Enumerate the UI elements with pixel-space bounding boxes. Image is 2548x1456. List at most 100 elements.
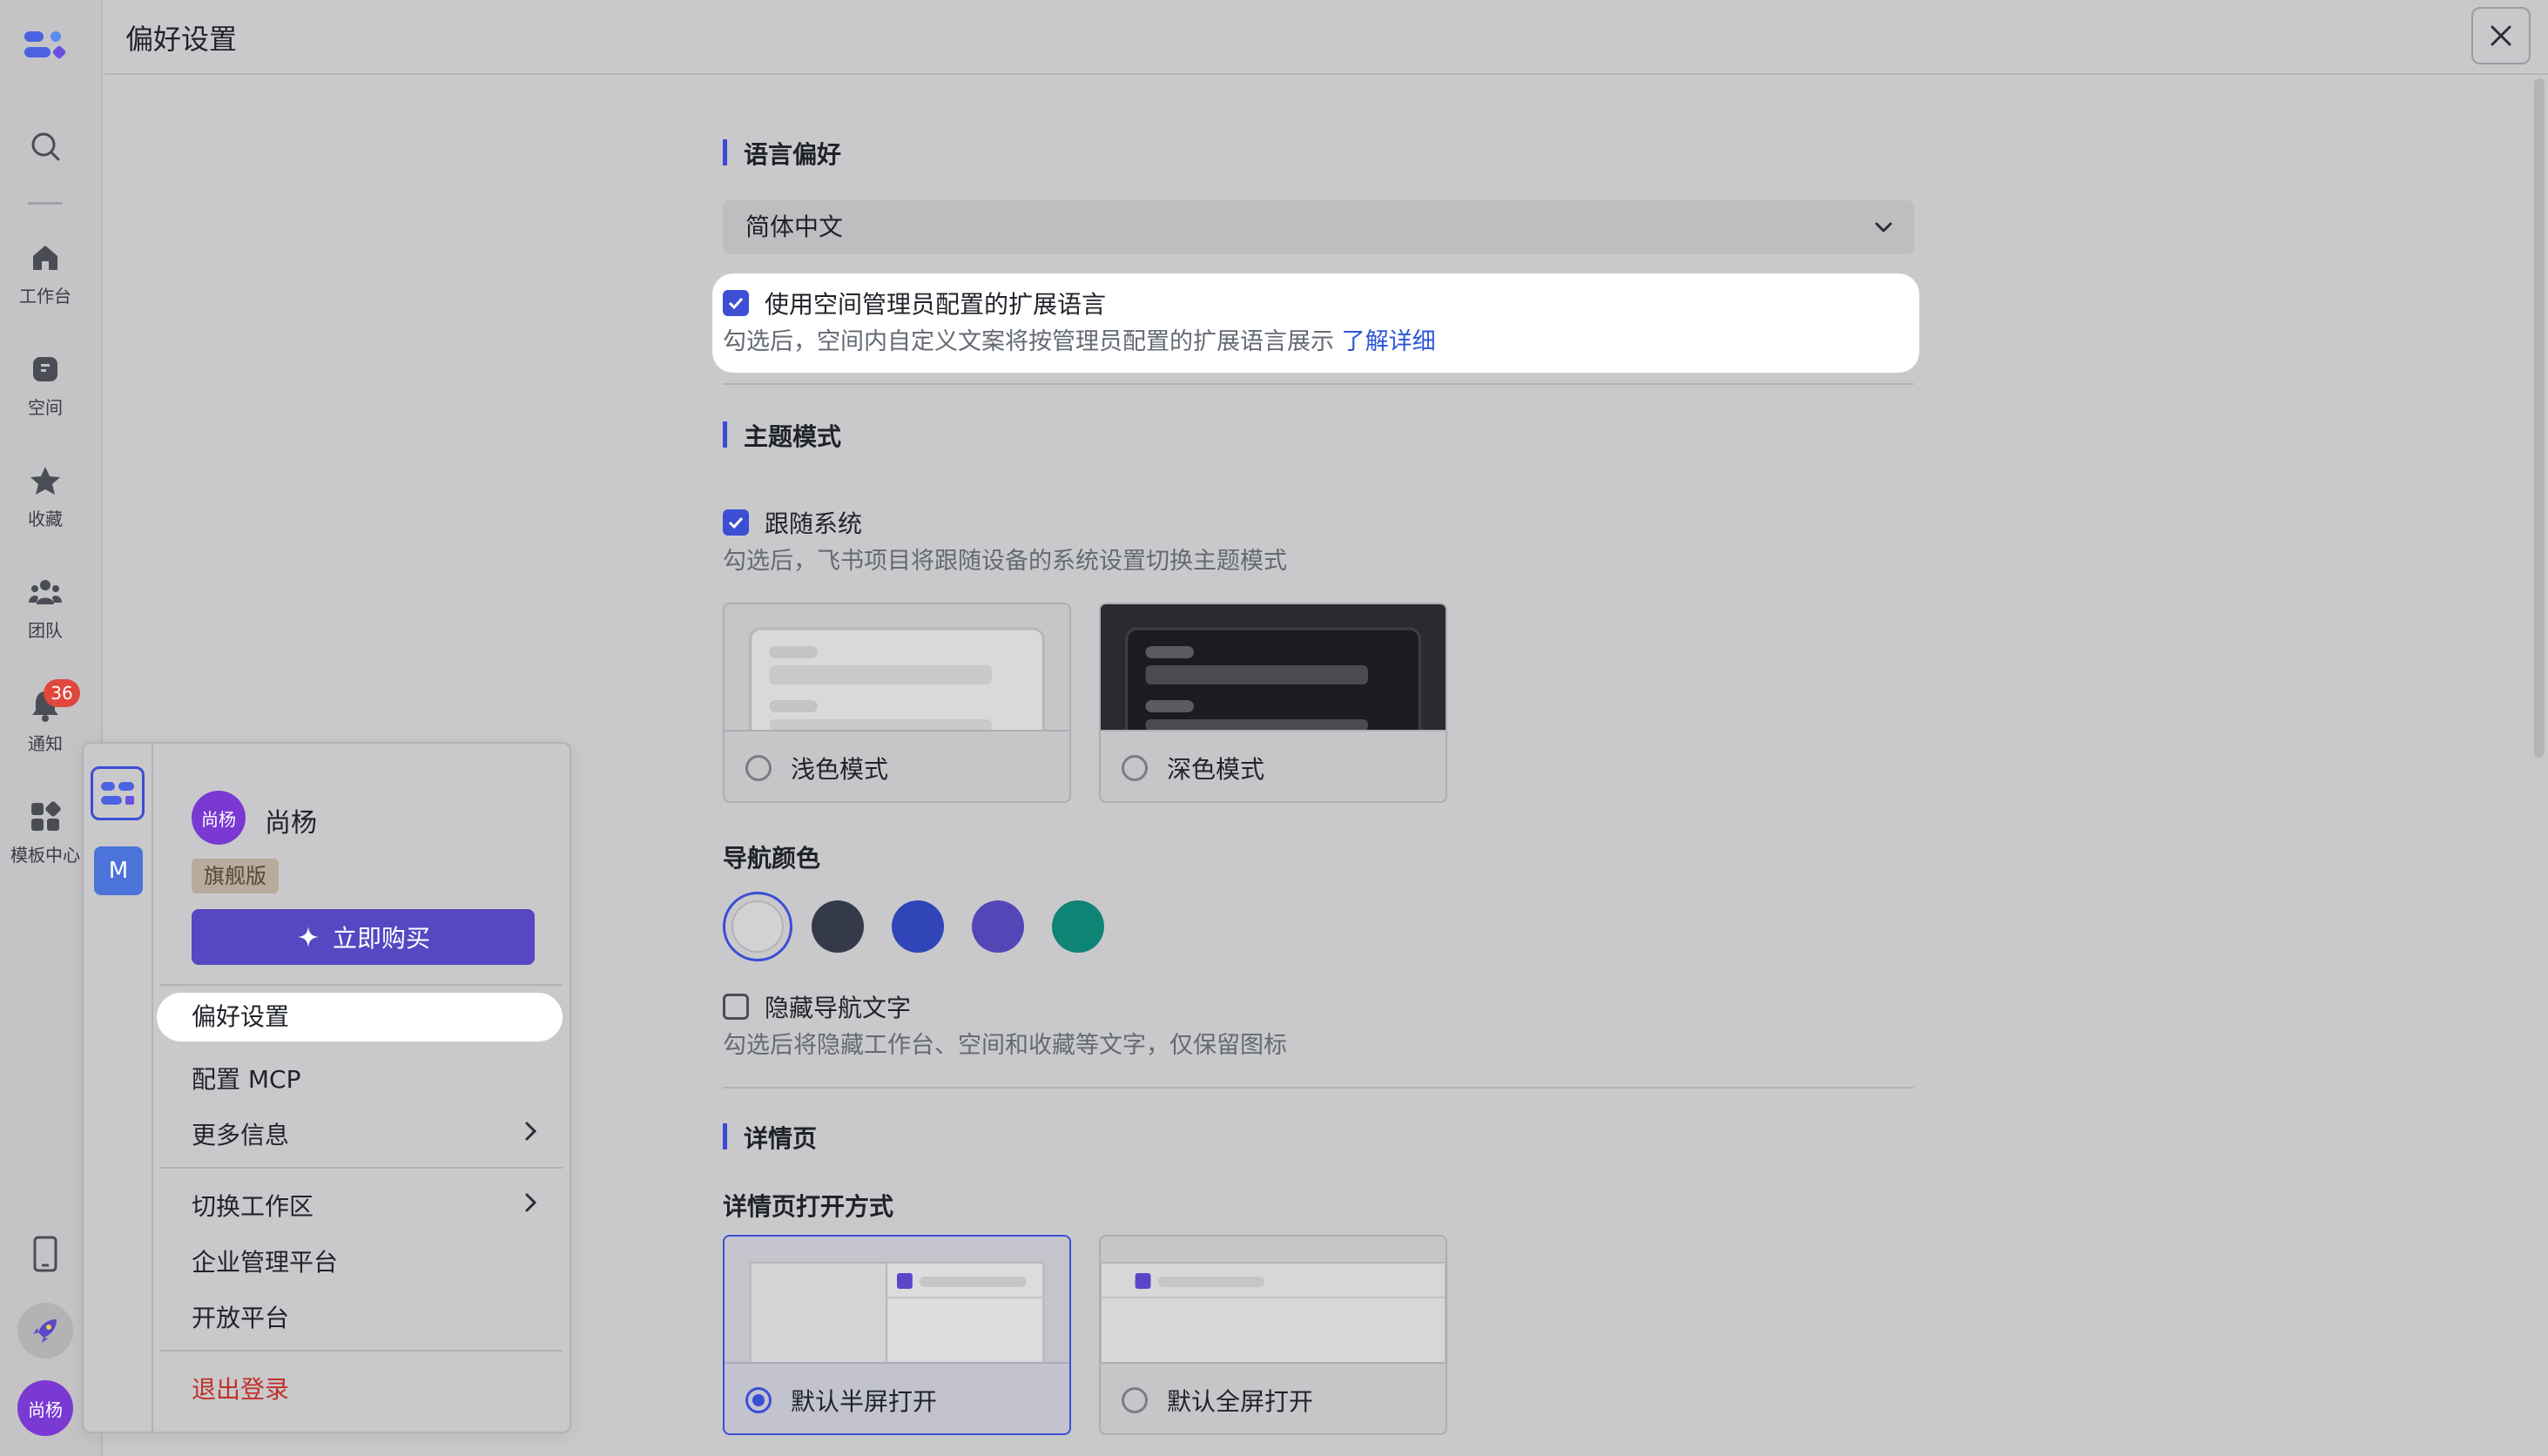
half-screen-option[interactable]: 默认半屏打开 (725, 1362, 1069, 1433)
light-mode-card[interactable]: 浅色模式 (723, 603, 1071, 803)
full-screen-preview (1101, 1237, 1446, 1362)
templates-grid-icon (31, 801, 61, 831)
follow-system-description: 勾选后，飞书项目将跟随设备的系统设置切换主题模式 (723, 548, 1287, 575)
extended-language-checkbox[interactable] (723, 290, 749, 316)
menu-item-configure-mcp[interactable]: 配置 MCP (192, 1061, 561, 1095)
check-icon (728, 297, 744, 310)
theme-section-title: 主题模式 (723, 418, 841, 453)
workspace-m[interactable]: M (94, 846, 143, 895)
menu-item-label: 更多信息 (192, 1121, 290, 1149)
buy-now-label: 立即购买 (332, 924, 430, 953)
hide-nav-text-checkbox-row[interactable]: 隐藏导航文字 (723, 989, 911, 1024)
section-divider (723, 1087, 1914, 1089)
full-screen-radio[interactable] (1122, 1387, 1148, 1413)
dark-mode-preview (1101, 604, 1446, 730)
extended-language-checkbox-row[interactable]: 使用空间管理员配置的扩展语言 (723, 286, 1106, 320)
user-menu-popover: M 尚杨 尚杨 旗舰版 立即购买 偏好设置 配置 MCP 更多信息 切换工作区 … (82, 742, 571, 1433)
nav-color-title: 导航颜色 (723, 844, 821, 873)
quick-start-button[interactable] (17, 1303, 73, 1358)
user-avatar[interactable]: 尚杨 (17, 1380, 73, 1436)
extended-language-description: 勾选后，空间内自定义文案将按管理员配置的扩展语言展示 了解详细 (723, 322, 1436, 356)
space-icon (33, 357, 57, 381)
hide-nav-text-label: 隐藏导航文字 (765, 994, 912, 1022)
mobile-app-button[interactable] (17, 1226, 73, 1282)
star-icon (30, 467, 60, 495)
light-mode-option[interactable]: 浅色模式 (725, 730, 1069, 801)
sidebar-item-space[interactable]: 空间 (0, 352, 91, 419)
full-screen-label: 默认全屏打开 (1167, 1387, 1314, 1416)
menu-divider (160, 1350, 563, 1352)
light-mode-radio[interactable] (745, 755, 772, 781)
sidebar-item-team[interactable]: 团队 (0, 575, 91, 642)
nav-color-swatch-purple[interactable] (972, 900, 1024, 953)
buy-now-button[interactable]: 立即购买 (192, 909, 535, 965)
follow-system-checkbox[interactable] (723, 509, 749, 536)
sidebar-item-label: 收藏 (28, 509, 63, 529)
section-divider (723, 383, 1914, 385)
half-screen-card[interactable]: 默认半屏打开 (723, 1235, 1071, 1435)
menu-item-open-platform[interactable]: 开放平台 (192, 1299, 561, 1334)
chevron-right-icon (525, 1122, 537, 1141)
vertical-scrollbar[interactable] (2534, 78, 2545, 758)
hide-nav-text-checkbox[interactable] (723, 994, 749, 1020)
menu-item-label: 切换工作区 (192, 1192, 314, 1221)
close-icon (2491, 25, 2511, 46)
light-mode-label: 浅色模式 (791, 755, 889, 784)
close-button[interactable] (2471, 7, 2531, 64)
mobile-phone-icon (33, 1236, 57, 1272)
full-screen-card[interactable]: 默认全屏打开 (1099, 1235, 1447, 1435)
detail-section-title: 详情页 (723, 1120, 817, 1155)
sidebar-item-label: 工作台 (19, 286, 71, 307)
home-icon (33, 246, 57, 270)
search-icon[interactable] (28, 129, 63, 164)
language-select-value: 简体中文 (745, 212, 844, 241)
page-header: 偏好设置 (104, 0, 2548, 75)
follow-system-checkbox-row[interactable]: 跟随系统 (723, 505, 862, 540)
popover-user-name: 尚杨 (265, 808, 317, 839)
app-logo-icon[interactable] (23, 28, 68, 63)
half-screen-label: 默认半屏打开 (791, 1387, 938, 1416)
half-screen-preview (725, 1237, 1069, 1362)
follow-system-label: 跟随系统 (765, 509, 863, 538)
popover-avatar: 尚杨 (192, 791, 246, 845)
plan-badge: 旗舰版 (192, 859, 279, 893)
learn-more-link[interactable]: 了解详细 (1342, 328, 1436, 355)
workspace-current[interactable] (91, 766, 145, 820)
sidebar-item-templates[interactable]: 模板中心 (0, 799, 91, 866)
menu-item-logout[interactable]: 退出登录 (192, 1371, 561, 1405)
page-title: 偏好设置 (125, 23, 238, 56)
extended-language-label: 使用空间管理员配置的扩展语言 (765, 290, 1107, 319)
check-icon (728, 516, 744, 529)
dark-mode-radio[interactable] (1122, 755, 1148, 781)
dark-mode-label: 深色模式 (1167, 755, 1265, 784)
half-screen-radio[interactable] (745, 1387, 772, 1413)
light-mode-preview (725, 604, 1069, 730)
menu-divider (160, 984, 563, 986)
menu-item-preferences[interactable]: 偏好设置 (157, 993, 563, 1041)
menu-item-enterprise-admin[interactable]: 企业管理平台 (192, 1244, 561, 1278)
language-select[interactable]: 简体中文 (723, 200, 1914, 254)
menu-divider (160, 1167, 563, 1169)
language-section-title: 语言偏好 (723, 136, 841, 171)
workspace-logo-icon (101, 782, 134, 805)
nav-color-swatch-fill (731, 900, 784, 953)
chevron-down-icon (1875, 222, 1892, 233)
dark-mode-option[interactable]: 深色模式 (1101, 730, 1446, 801)
rail-divider (28, 202, 63, 205)
full-screen-option[interactable]: 默认全屏打开 (1101, 1362, 1446, 1433)
nav-color-swatch-teal[interactable] (1052, 900, 1104, 953)
menu-item-switch-workspace[interactable]: 切换工作区 (192, 1188, 561, 1223)
sidebar-item-favorites[interactable]: 收藏 (0, 463, 91, 530)
sidebar-item-label: 空间 (28, 397, 63, 418)
nav-color-swatch-dark-gray[interactable] (812, 900, 864, 953)
dark-mode-card[interactable]: 深色模式 (1099, 603, 1447, 803)
extended-language-desc-text: 勾选后，空间内自定义文案将按管理员配置的扩展语言展示 (723, 328, 1334, 355)
rocket-icon (33, 1319, 57, 1343)
sidebar-item-workbench[interactable]: 工作台 (0, 240, 91, 307)
sidebar-item-label: 模板中心 (10, 845, 80, 866)
nav-color-swatch-light[interactable] (723, 892, 792, 961)
menu-item-more-info[interactable]: 更多信息 (192, 1116, 561, 1151)
nav-color-swatch-blue[interactable] (892, 900, 944, 953)
sidebar-item-label: 团队 (28, 620, 63, 641)
chevron-right-icon (525, 1193, 537, 1212)
